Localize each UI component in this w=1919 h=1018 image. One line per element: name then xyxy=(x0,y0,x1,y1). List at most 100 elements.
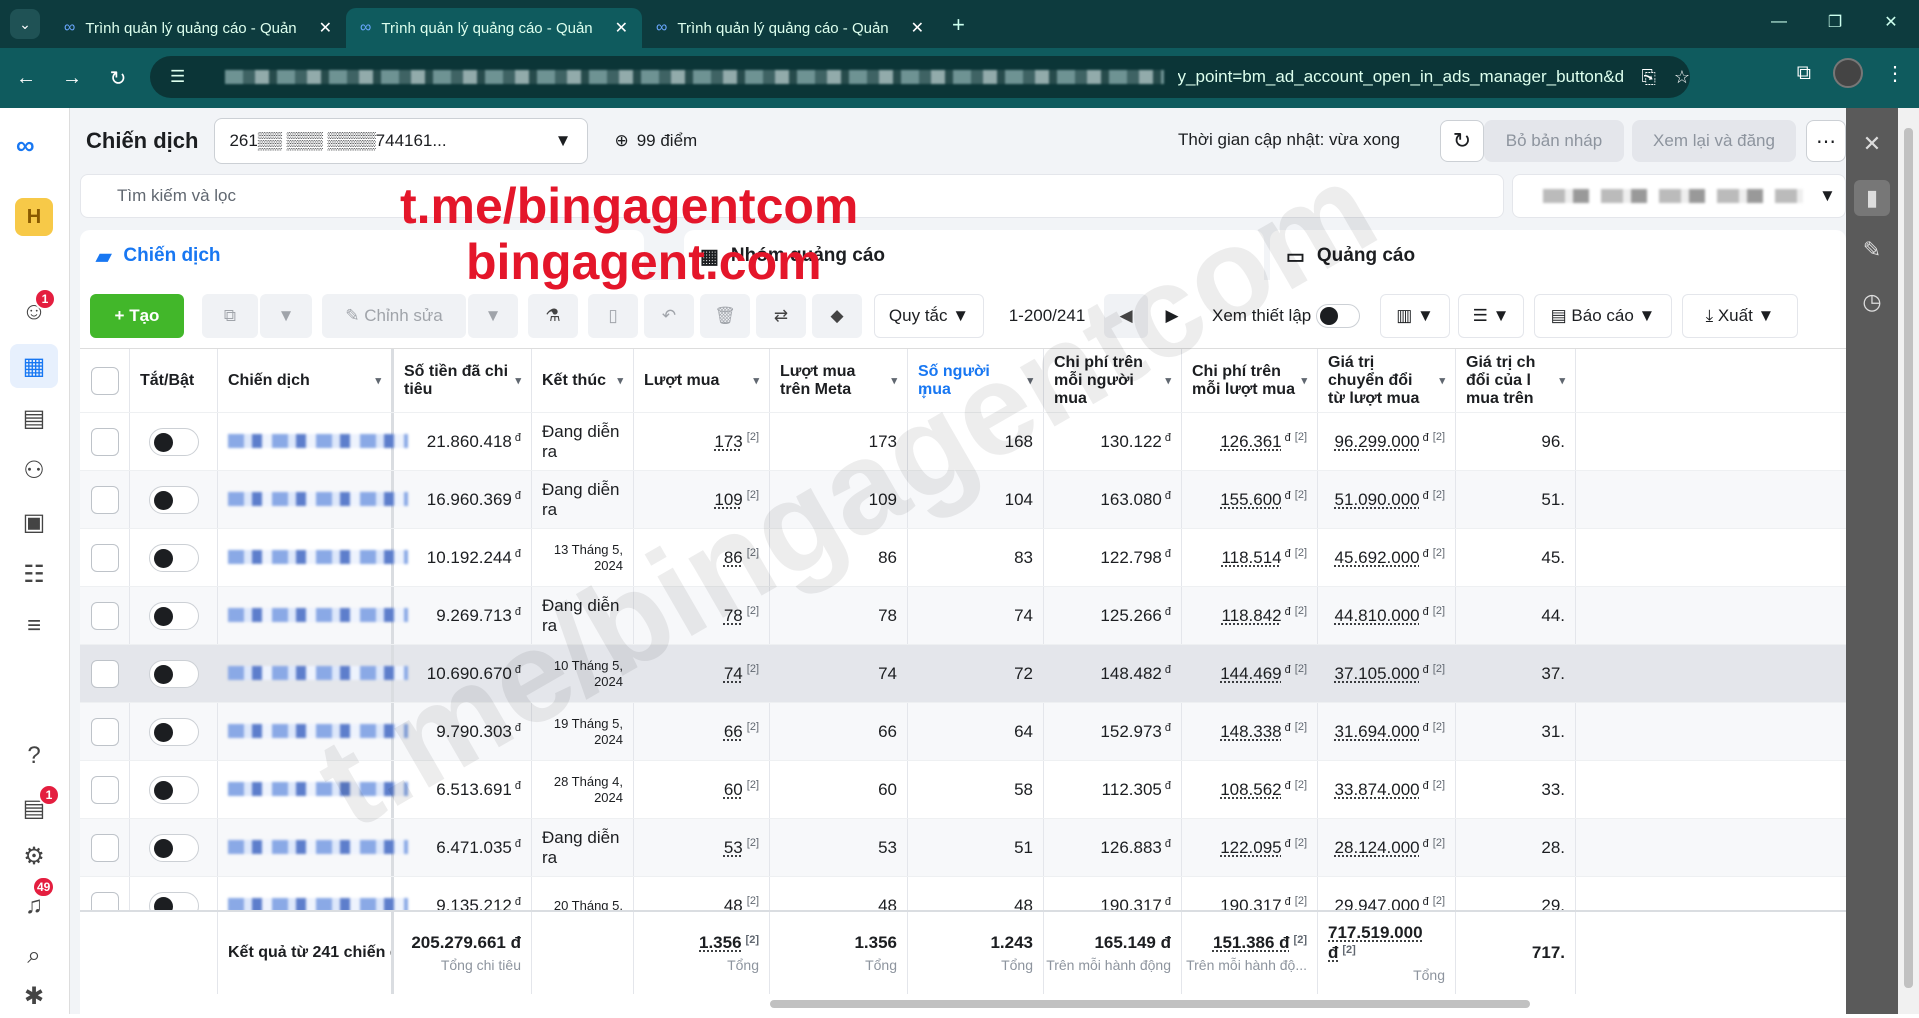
billing-icon[interactable]: ☷ xyxy=(10,552,58,596)
more-options-button[interactable]: ⋯ xyxy=(1806,120,1846,162)
avatar[interactable] xyxy=(1833,58,1863,88)
sort-chevron-icon[interactable]: ▾ xyxy=(1295,372,1307,390)
column-header[interactable]: Kết thúc ▾ xyxy=(532,349,634,412)
row-checkbox[interactable] xyxy=(90,543,119,572)
back-icon[interactable]: ← xyxy=(6,58,46,98)
refresh-button[interactable]: ↻ xyxy=(1440,120,1484,162)
blurred-campaign-name[interactable] xyxy=(228,602,381,630)
edit-menu-chevron[interactable]: ▼ xyxy=(468,294,518,338)
minimize-icon[interactable]: — xyxy=(1751,0,1807,44)
settings-gear-icon[interactable]: ⚙ xyxy=(10,834,58,878)
help-icon[interactable]: ? xyxy=(10,734,58,778)
blurred-campaign-name[interactable] xyxy=(228,660,381,688)
browser-tab-active[interactable]: ∞ Trình quản lý quảng cáo - Quản ✕ xyxy=(346,8,642,48)
restore-icon[interactable]: ❐ xyxy=(1807,0,1863,44)
clipboard-icon[interactable]: ▯ xyxy=(588,294,638,338)
column-header[interactable]: Lượt mua ▾ xyxy=(634,349,770,412)
column-header[interactable]: Giá trị chuyển đổi từ lượt mua ▾ xyxy=(1318,349,1456,412)
table-row[interactable]: 9.269.713 đ Đang diễn ra 78 [2] 78 74 125.266 đ 1… xyxy=(80,587,1846,645)
horizontal-scrollbar[interactable] xyxy=(770,1000,1530,1008)
duplicate-button[interactable]: ⧉ xyxy=(202,294,258,338)
campaign-on-off-toggle[interactable] xyxy=(148,717,199,746)
column-header[interactable]: Số tiền đã chi tiêu ▾ xyxy=(394,349,532,412)
bug-report-icon[interactable]: ✱ xyxy=(10,974,58,1018)
blurred-campaign-name[interactable] xyxy=(228,544,381,572)
close-panel-icon[interactable]: ✕ xyxy=(1858,130,1886,158)
reload-icon[interactable]: ↻ xyxy=(98,58,138,98)
campaign-on-off-toggle[interactable] xyxy=(148,427,199,456)
extensions-icon[interactable]: ⧉ xyxy=(1797,62,1811,85)
review-publish-button[interactable]: Xem lại và đăng xyxy=(1632,120,1796,162)
window-close-icon[interactable]: ✕ xyxy=(1863,0,1919,44)
rules-dropdown[interactable]: Quy tắc ▼ xyxy=(874,294,984,338)
toggle-switch[interactable] xyxy=(1315,304,1360,328)
opportunity-score[interactable]: ⊕ 99 điểm xyxy=(614,131,697,151)
reports-dropdown[interactable]: ▤ Báo cáo ▼ xyxy=(1534,294,1672,338)
row-checkbox[interactable] xyxy=(90,717,119,746)
campaign-on-off-toggle[interactable] xyxy=(148,485,199,514)
duplicate-menu-chevron[interactable]: ▼ xyxy=(260,294,312,338)
close-icon[interactable]: ✕ xyxy=(911,18,924,38)
ads-library-icon[interactable]: ▣ xyxy=(10,500,58,544)
reports-icon[interactable]: ▤ xyxy=(10,396,58,440)
row-checkbox[interactable] xyxy=(90,601,119,630)
audiences-icon[interactable]: ⚇ xyxy=(10,448,58,492)
bookmark-star-icon[interactable]: ☆ xyxy=(1674,67,1690,88)
browser-menu-icon[interactable]: ⋮ xyxy=(1885,61,1905,86)
url-input[interactable]: ☰ y_point=bm_ad_account_open_in_ads_mana… xyxy=(150,56,1690,98)
close-icon[interactable]: ✕ xyxy=(615,18,628,38)
all-tools-icon[interactable]: ≡ xyxy=(10,604,58,648)
sort-chevron-icon[interactable]: ▾ xyxy=(1553,372,1565,390)
install-icon[interactable]: ⎘ xyxy=(1641,67,1655,88)
row-checkbox[interactable] xyxy=(90,659,119,688)
undo-icon[interactable]: ↶ xyxy=(644,294,694,338)
sort-chevron-icon[interactable]: ▾ xyxy=(1433,372,1445,390)
sort-chevron-icon[interactable]: ▾ xyxy=(369,372,381,390)
vertical-scrollbar[interactable] xyxy=(1898,108,1919,1014)
history-clock-icon[interactable]: ◷ xyxy=(1858,288,1886,316)
close-icon[interactable]: ✕ xyxy=(319,18,332,38)
select-all-checkbox[interactable] xyxy=(90,366,119,395)
export-preview-icon[interactable]: ⇄ xyxy=(756,294,806,338)
browser-tab[interactable]: ∞ Trình quản lý quảng cáo - Quản ✕ xyxy=(642,8,938,48)
table-row[interactable]: 10.192.244 đ 13 Tháng 5, 2024 86 [2] 86 83 122.… xyxy=(80,529,1846,587)
date-range-picker[interactable]: ▼ xyxy=(1512,174,1846,218)
forward-icon[interactable]: → xyxy=(52,58,92,98)
table-row[interactable]: 6.471.035 đ Đang diễn ra 53 [2] 53 51 126.883 đ 1… xyxy=(80,819,1846,877)
row-checkbox[interactable] xyxy=(90,485,119,514)
account-avatar[interactable]: H xyxy=(15,198,53,236)
account-selector[interactable]: 261▒▒ ▒▒▒ ▒▒▒▒744161... ▼ xyxy=(214,118,589,164)
blurred-campaign-name[interactable] xyxy=(228,428,381,456)
campaign-on-off-toggle[interactable] xyxy=(148,601,199,630)
create-button[interactable]: + Tạo xyxy=(90,294,184,338)
table-row[interactable]: 10.690.670 đ 10 Tháng 5, 2024 74 [2] 74 72 148.… xyxy=(80,645,1846,703)
ab-test-flask-icon[interactable]: ⚗ xyxy=(528,294,578,338)
column-header[interactable]: Giá trị ch đổi của l mua trên ▾ xyxy=(1456,349,1576,412)
row-checkbox[interactable] xyxy=(90,427,119,456)
blurred-campaign-name[interactable] xyxy=(228,486,381,514)
column-header[interactable]: Chiến dịch ▾ xyxy=(218,349,394,412)
search-icon[interactable]: ⌕ xyxy=(10,934,58,978)
tab-search-button[interactable]: ⌄ xyxy=(10,9,40,39)
breakdown-button[interactable]: ☰ ▼ xyxy=(1458,294,1524,338)
browser-tab[interactable]: ∞ Trình quản lý quảng cáo - Quản ✕ xyxy=(50,8,346,48)
site-info-icon[interactable]: ☰ xyxy=(170,67,185,87)
edit-button[interactable]: ✎ Chỉnh sửa xyxy=(322,294,466,338)
charts-icon[interactable]: ▮ xyxy=(1854,180,1890,216)
meta-logo-icon[interactable]: ∞ xyxy=(16,130,35,161)
row-checkbox[interactable] xyxy=(90,775,119,804)
new-tab-button[interactable]: + xyxy=(952,12,965,38)
campaigns-table-icon[interactable]: ▦ xyxy=(10,344,58,388)
edit-pencil-icon[interactable]: ✎ xyxy=(1858,236,1886,264)
campaign-on-off-toggle[interactable] xyxy=(148,543,199,572)
campaign-on-off-toggle[interactable] xyxy=(148,659,199,688)
sort-chevron-icon[interactable]: ▾ xyxy=(611,372,623,390)
sort-chevron-icon[interactable]: ▾ xyxy=(747,372,759,390)
delete-icon[interactable]: 🗑 xyxy=(700,294,750,338)
sort-chevron-icon[interactable]: ▾ xyxy=(509,372,521,390)
discard-drafts-button[interactable]: Bỏ bản nháp xyxy=(1484,120,1624,162)
campaign-on-off-toggle[interactable] xyxy=(148,833,199,862)
export-dropdown[interactable]: ⤓ Xuất ▼ xyxy=(1682,294,1798,338)
campaign-on-off-toggle[interactable] xyxy=(148,775,199,804)
row-checkbox[interactable] xyxy=(90,833,119,862)
